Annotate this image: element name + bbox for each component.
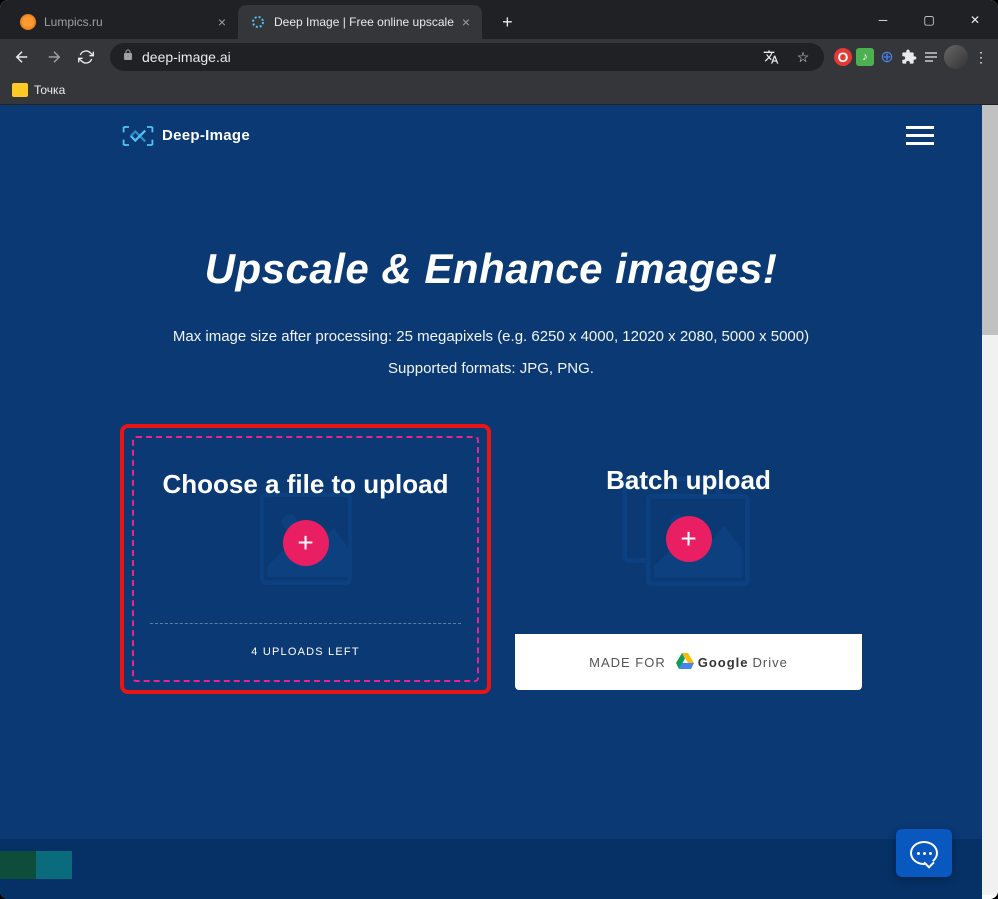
bookmark-bar: Точка [0,75,998,105]
google-text: Google [698,655,749,670]
hero-subtitle-2: Supported formats: JPG, PNG. [40,353,942,385]
logo-icon [120,123,152,147]
address-bar: deep-image.ai ☆ O ♪ ⊕ ⋮ [0,39,998,75]
chat-widget-button[interactable] [896,829,952,877]
extension-globe[interactable]: ⊕ [878,48,896,66]
plus-icon[interactable]: + [283,520,329,566]
scroll-thumb[interactable] [982,105,998,335]
translate-icon[interactable] [762,48,780,66]
logo[interactable]: Deep-Image [120,123,250,147]
viewport: Deep-Image Upscale & Enhance images! Max… [0,105,998,899]
hero-section: Upscale & Enhance images! Max image size… [0,165,982,424]
uploads-left-label: 4 UPLOADS LEFT [134,646,477,658]
close-icon[interactable]: × [218,14,226,30]
menu-icon[interactable]: ⋮ [972,48,990,66]
batch-footer: MADE FOR Google Drive [515,634,862,690]
add-tab-button[interactable]: + [494,5,521,39]
upload-row: Choose a file to upload + 4 UPLOADS LEFT… [0,424,982,694]
star-icon[interactable]: ☆ [794,48,812,66]
site-header: Deep-Image [0,105,982,165]
minimize-button[interactable]: ─ [860,0,906,39]
footer-band [0,839,982,899]
scrollbar[interactable] [982,105,998,895]
logo-text: Deep-Image [162,127,250,144]
extensions-icon[interactable] [900,48,918,66]
made-for-label: MADE FOR [589,655,666,670]
plus-icon[interactable]: + [666,516,712,562]
hero-subtitle-1: Max image size after processing: 25 mega… [40,321,942,353]
folder-icon [12,83,28,97]
favicon-deepimage [250,14,266,30]
maximize-button[interactable]: ▢ [906,0,952,39]
browser-window: Lumpics.ru × Deep Image | Free online up… [0,0,998,899]
batch-upload-title: Batch upload [535,464,842,498]
titlebar: Lumpics.ru × Deep Image | Free online up… [0,0,998,39]
single-upload-title: Choose a file to upload [154,468,457,502]
chat-icon [910,841,938,865]
reload-button[interactable] [72,43,100,71]
url-text: deep-image.ai [142,49,762,65]
bookmark-label: Точка [34,83,65,97]
forward-button[interactable] [40,43,68,71]
deco-blocks [0,851,108,899]
media-icon[interactable] [922,48,940,66]
batch-upload-card[interactable]: Batch upload + MADE FOR Google Drive [515,424,862,690]
extension-music[interactable]: ♪ [856,48,874,66]
tab-title: Lumpics.ru [44,15,210,29]
google-drive-logo: Google Drive [676,653,788,672]
close-window-button[interactable]: ✕ [952,0,998,39]
tab-deepimage[interactable]: Deep Image | Free online upscale × [238,5,482,39]
page-title: Upscale & Enhance images! [40,245,942,293]
drive-triangle-icon [676,653,694,672]
drive-text: Drive [753,655,788,670]
profile-avatar[interactable] [944,45,968,69]
favicon-lumpics [20,14,36,30]
close-icon[interactable]: × [462,14,470,30]
tab-lumpics[interactable]: Lumpics.ru × [8,5,238,39]
single-upload-card[interactable]: Choose a file to upload + 4 UPLOADS LEFT [120,424,491,694]
tab-title: Deep Image | Free online upscale [274,15,454,29]
lock-icon [122,48,134,67]
back-button[interactable] [8,43,36,71]
menu-hamburger-icon[interactable] [898,118,942,153]
url-input[interactable]: deep-image.ai ☆ [110,43,824,71]
bookmark-tochka[interactable]: Точка [12,83,65,97]
page-content: Deep-Image Upscale & Enhance images! Max… [0,105,982,899]
extension-opera[interactable]: O [834,48,852,66]
